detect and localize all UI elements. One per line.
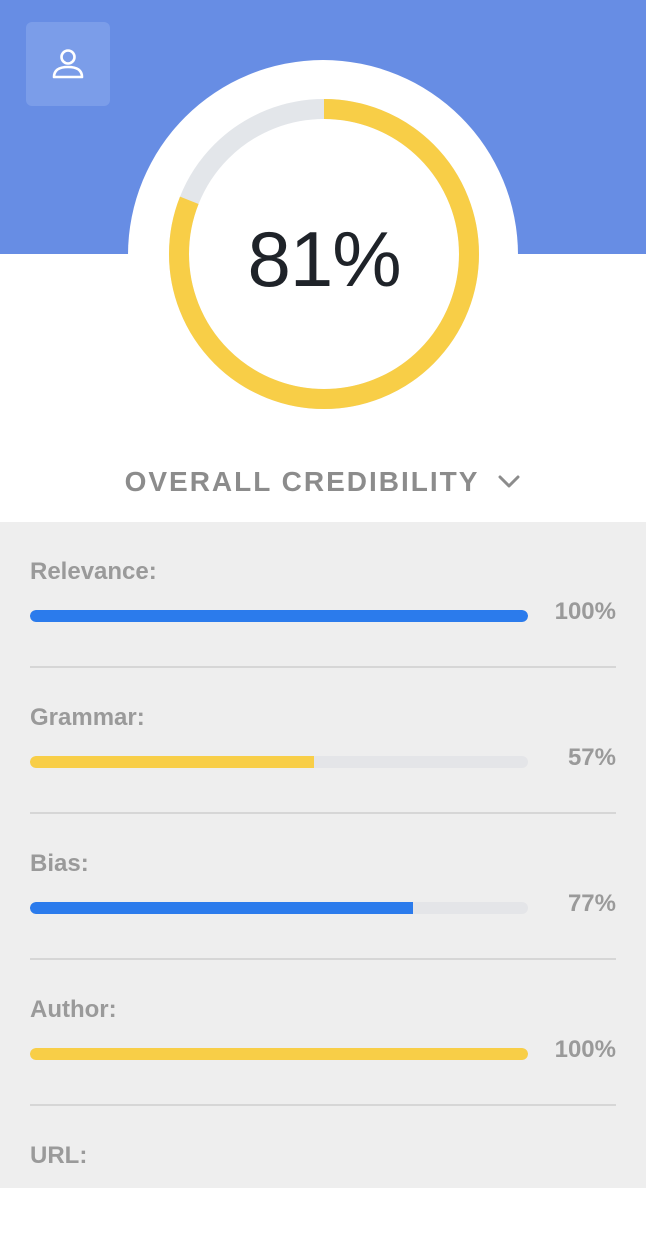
overall-credibility-label: OVERALL CREDIBILITY: [124, 466, 480, 497]
metric-fill: [30, 610, 528, 622]
metric-grammar: Grammar: 57%: [30, 668, 616, 814]
metric-fill: [30, 756, 314, 768]
metric-percent: 100%: [554, 1036, 616, 1063]
chevron-down-icon: [498, 475, 520, 488]
metric-track: [30, 1048, 528, 1060]
metric-percent: 57%: [567, 744, 616, 771]
person-icon: [52, 49, 84, 79]
metric-label: Grammar:: [30, 704, 145, 731]
metric-label: URL:: [30, 1142, 88, 1169]
metric-fill: [30, 1048, 528, 1060]
metrics-panel: Relevance: 100% Grammar: 57% Bias: 77% A…: [0, 522, 646, 1188]
credibility-score: 81%: [247, 214, 401, 303]
metric-label: Author:: [30, 996, 117, 1023]
overall-credibility-toggle[interactable]: OVERALL CREDIBILITY: [0, 460, 646, 504]
metric-fill: [30, 902, 414, 914]
metric-relevance: Relevance: 100%: [30, 522, 616, 668]
metric-label: Relevance:: [30, 558, 157, 585]
profile-button[interactable]: [26, 22, 110, 106]
metric-track: [30, 610, 528, 622]
metric-author: Author: 100%: [30, 960, 616, 1106]
metric-track: [30, 902, 528, 914]
metric-percent: 77%: [567, 890, 616, 917]
metric-bias: Bias: 77%: [30, 814, 616, 960]
metric-url: URL:: [30, 1106, 616, 1252]
metric-label: Bias:: [30, 850, 89, 877]
metric-track: [30, 756, 528, 768]
metric-percent: 100%: [554, 598, 616, 625]
